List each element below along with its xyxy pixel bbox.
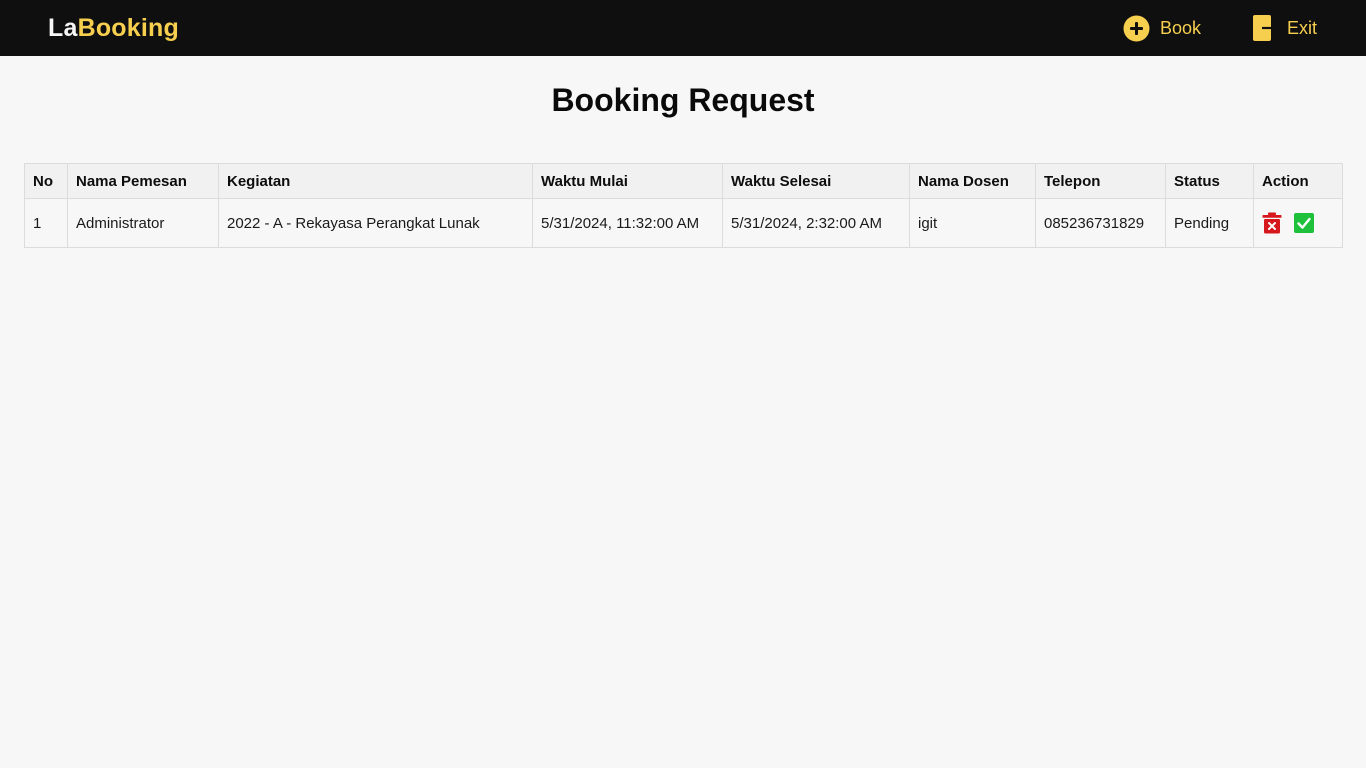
action-buttons [1262,200,1334,247]
cell-nama-pemesan: Administrator [67,198,219,248]
logout-icon [1252,14,1282,42]
book-nav-label: Book [1160,17,1202,38]
header-kegiatan: Kegiatan [218,163,533,199]
header-waktu-selesai: Waktu Selesai [722,163,910,199]
page-title: Booking Request [551,82,815,118]
table-header-row: No Nama Pemesan Kegiatan Waktu Mulai Wak… [24,163,1343,199]
header-nama-dosen: Nama Dosen [909,163,1036,199]
header-action: Action [1253,163,1343,199]
cell-no: 1 [24,198,68,248]
approve-button[interactable] [1294,213,1314,233]
book-nav-link[interactable]: Book [1123,14,1201,42]
cell-telepon: 085236731829 [1035,198,1166,248]
top-navbar: LaBooking Book Exit [0,0,1366,56]
header-nama-pemesan: Nama Pemesan [67,163,219,199]
exit-nav-link[interactable]: Exit [1252,14,1317,42]
header-waktu-mulai: Waktu Mulai [532,163,723,199]
plus-circle-icon [1123,15,1150,42]
cell-kegiatan: 2022 - A - Rekayasa Perangkat Lunak [218,198,533,248]
cell-waktu-selesai: 5/31/2024, 2:32:00 AM [722,198,910,248]
cell-status: Pending [1165,198,1254,248]
header-telepon: Telepon [1035,163,1166,199]
approve-check-icon [1294,213,1314,233]
table-row: 1 Administrator 2022 - A - Rekayasa Pera… [24,198,1343,248]
delete-icon [1262,212,1282,234]
delete-button[interactable] [1262,212,1282,234]
brand-suffix: Booking [77,14,179,42]
booking-table-container: No Nama Pemesan Kegiatan Waktu Mulai Wak… [24,163,1343,248]
cell-waktu-mulai: 5/31/2024, 11:32:00 AM [532,198,723,248]
brand-logo[interactable]: LaBooking [48,13,179,43]
header-status: Status [1165,163,1254,199]
cell-nama-dosen: igit [909,198,1036,248]
cell-action [1253,198,1343,248]
exit-nav-label: Exit [1287,17,1318,38]
header-no: No [24,163,68,199]
booking-request-table: No Nama Pemesan Kegiatan Waktu Mulai Wak… [24,163,1343,248]
brand-prefix: La [48,14,78,42]
